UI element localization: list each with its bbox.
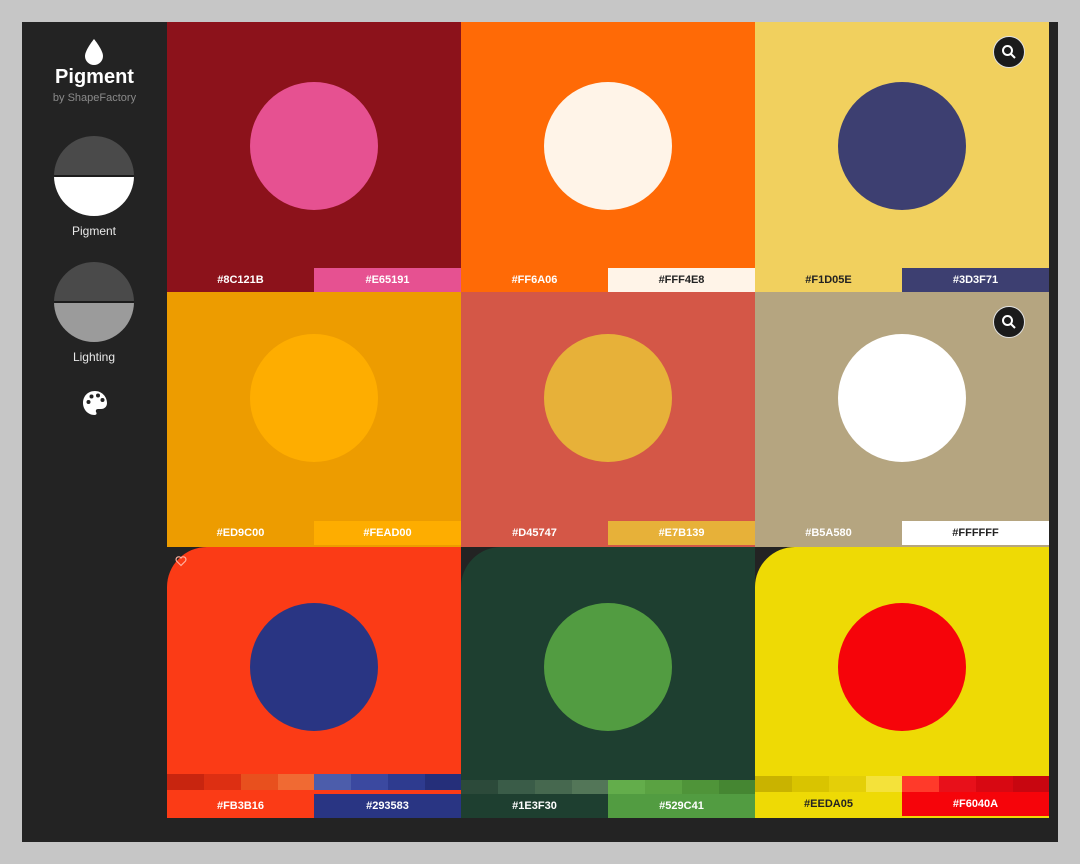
pigment-tool-label: Pigment	[71, 224, 117, 238]
shade-swatch	[388, 774, 425, 790]
color-tile[interactable]: #1E3F30 #529C41	[461, 547, 755, 818]
color-chip-right[interactable]: #FEAD00	[314, 521, 461, 545]
shade-swatch	[829, 776, 866, 792]
shade-swatch	[425, 774, 461, 790]
color-tile[interactable]: #8C121B #E65191	[167, 22, 461, 292]
color-chip-right[interactable]: #3D3F71	[902, 268, 1049, 292]
color-chip-right[interactable]: #FFFFFF	[902, 521, 1049, 545]
color-chip-right[interactable]: #E7B139	[608, 521, 755, 545]
shade-swatch	[939, 776, 976, 792]
color-circle	[544, 82, 672, 210]
shade-swatch	[241, 774, 278, 790]
shade-swatch	[866, 776, 902, 792]
shade-swatch	[792, 776, 829, 792]
sidebar: Pigment by ShapeFactory Pigment Lighting	[22, 22, 167, 842]
pigment-disc-icon	[54, 136, 134, 216]
color-circle	[250, 82, 378, 210]
drop-icon	[85, 39, 103, 65]
color-chip-left[interactable]: #D45747	[461, 521, 608, 545]
app-title: Pigment	[55, 66, 134, 88]
color-circle	[250, 603, 378, 731]
color-chip-left[interactable]: #1E3F30	[461, 794, 608, 818]
app-window: Pigment by ShapeFactory Pigment Lighting	[22, 22, 1058, 842]
color-tile[interactable]: #F1D05E #3D3F71	[755, 22, 1049, 292]
magnifier-icon	[1002, 315, 1016, 329]
color-chip-left[interactable]: #F1D05E	[755, 268, 902, 292]
color-chip-right[interactable]: #FFF4E8	[608, 268, 755, 292]
color-tile[interactable]: #D45747 #E7B139	[461, 292, 755, 547]
color-circle	[544, 334, 672, 462]
color-circle	[838, 603, 966, 731]
lighting-tool-label: Lighting	[72, 350, 116, 364]
shade-swatch	[351, 774, 388, 790]
color-circle	[544, 603, 672, 731]
color-circle	[838, 82, 966, 210]
shade-swatch	[976, 776, 1013, 792]
color-chip-right[interactable]: #F6040A	[902, 792, 1049, 816]
palette-icon[interactable]	[80, 388, 110, 418]
color-chip-right[interactable]: #293583	[314, 794, 461, 818]
color-tile[interactable]: #EEDA05 #F6040A	[755, 547, 1049, 818]
color-tile[interactable]: #B5A580 #FFFFFF	[755, 292, 1049, 547]
color-tile[interactable]: #ED9C00 #FEAD00	[167, 292, 461, 547]
app-subtitle: by ShapeFactory	[52, 92, 137, 104]
magnifier-icon	[1002, 45, 1016, 59]
color-circle	[838, 334, 966, 462]
lighting-disc-icon	[54, 262, 134, 342]
shade-swatch	[314, 774, 351, 790]
zoom-button[interactable]	[993, 306, 1025, 338]
shade-swatch	[1013, 776, 1049, 792]
color-chip-right[interactable]: #529C41	[608, 794, 755, 818]
shade-swatch	[755, 776, 792, 792]
shade-swatch	[204, 774, 241, 790]
color-chip-left[interactable]: #FF6A06	[461, 268, 608, 292]
color-chip-left[interactable]: #FB3B16	[167, 794, 314, 818]
shade-swatch	[902, 776, 939, 792]
color-tile[interactable]: #FF6A06 #FFF4E8	[461, 22, 755, 292]
color-chip-left[interactable]: #EEDA05	[755, 792, 902, 816]
color-chip-left[interactable]: #B5A580	[755, 521, 902, 545]
color-chip-right[interactable]: #E65191	[314, 268, 461, 292]
color-grid: #8C121B #E65191 #FF6A06 #FFF4E8 #F1D05E …	[167, 22, 1050, 818]
shade-swatch	[167, 774, 204, 790]
color-chip-left[interactable]: #8C121B	[167, 268, 314, 292]
heart-icon[interactable]	[175, 555, 187, 567]
zoom-button[interactable]	[993, 36, 1025, 68]
color-tile[interactable]: #FB3B16 #293583	[167, 547, 461, 818]
shade-swatch	[278, 774, 314, 790]
color-circle	[250, 334, 378, 462]
color-chip-left[interactable]: #ED9C00	[167, 521, 314, 545]
